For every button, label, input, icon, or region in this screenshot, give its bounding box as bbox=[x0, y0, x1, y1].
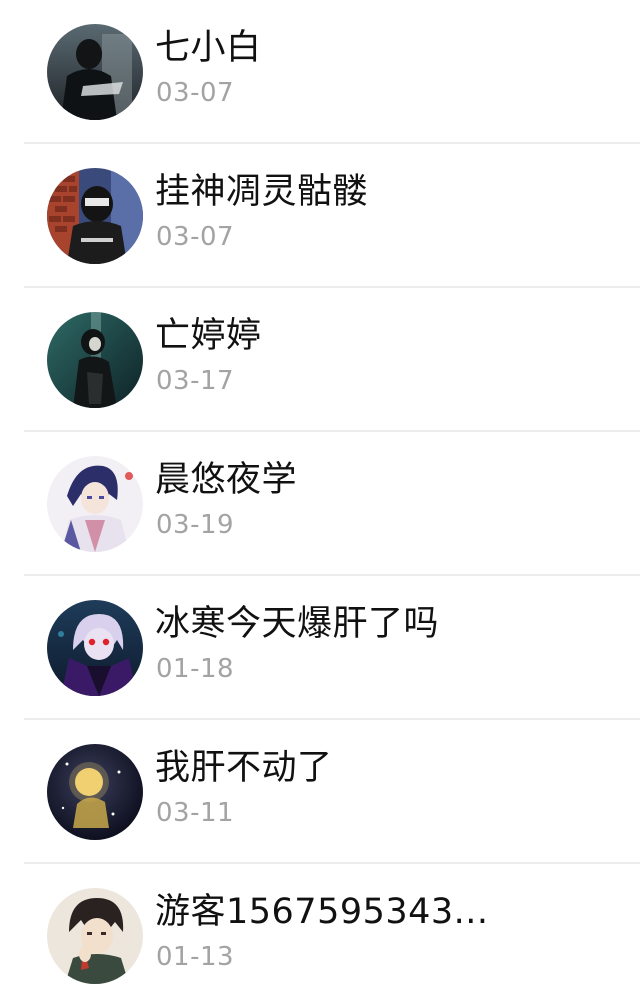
anime-boy-avatar-icon[interactable] bbox=[47, 456, 143, 552]
contact-name: 七小白 bbox=[155, 28, 262, 68]
contact-date: 01-18 bbox=[156, 654, 235, 684]
contact-date: 03-07 bbox=[156, 78, 235, 108]
masked-figure-avatar-icon[interactable] bbox=[47, 168, 143, 264]
contact-name: 晨悠夜学 bbox=[155, 460, 298, 500]
contact-row[interactable]: 七小白 03-07 bbox=[0, 0, 640, 144]
contact-name: 游客1567595343... bbox=[155, 892, 489, 932]
contact-date: 03-07 bbox=[156, 222, 235, 252]
contact-row[interactable]: 我肝不动了 03-11 bbox=[0, 720, 640, 864]
red-eyed-character-avatar-icon[interactable] bbox=[47, 600, 143, 696]
contact-date: 03-19 bbox=[156, 510, 235, 540]
contact-row[interactable]: 游客1567595343... 01-13 bbox=[0, 864, 640, 1008]
contact-name: 我肝不动了 bbox=[155, 748, 333, 788]
contact-name: 亡婷婷 bbox=[155, 316, 262, 356]
contact-row[interactable]: 亡婷婷 03-17 bbox=[0, 288, 640, 432]
contact-date: 03-17 bbox=[156, 366, 235, 396]
dark-figure-avatar-icon[interactable] bbox=[47, 24, 143, 120]
contact-name: 冰寒今天爆肝了吗 bbox=[155, 604, 440, 644]
contact-name: 挂神凋灵骷髅 bbox=[155, 172, 369, 212]
contact-list: 七小白 03-07 挂神凋灵骷髅 03-07 亡婷婷 03-17 晨悠夜学 03… bbox=[0, 0, 640, 1008]
contact-row[interactable]: 晨悠夜学 03-19 bbox=[0, 432, 640, 576]
contact-date: 01-13 bbox=[156, 942, 235, 972]
contact-row[interactable]: 冰寒今天爆肝了吗 01-18 bbox=[0, 576, 640, 720]
anime-boy-sketch-avatar-icon[interactable] bbox=[47, 888, 143, 984]
contact-date: 03-11 bbox=[156, 798, 235, 828]
ghost-girl-avatar-icon[interactable] bbox=[47, 312, 143, 408]
night-glow-avatar-icon[interactable] bbox=[47, 744, 143, 840]
contact-row[interactable]: 挂神凋灵骷髅 03-07 bbox=[0, 144, 640, 288]
